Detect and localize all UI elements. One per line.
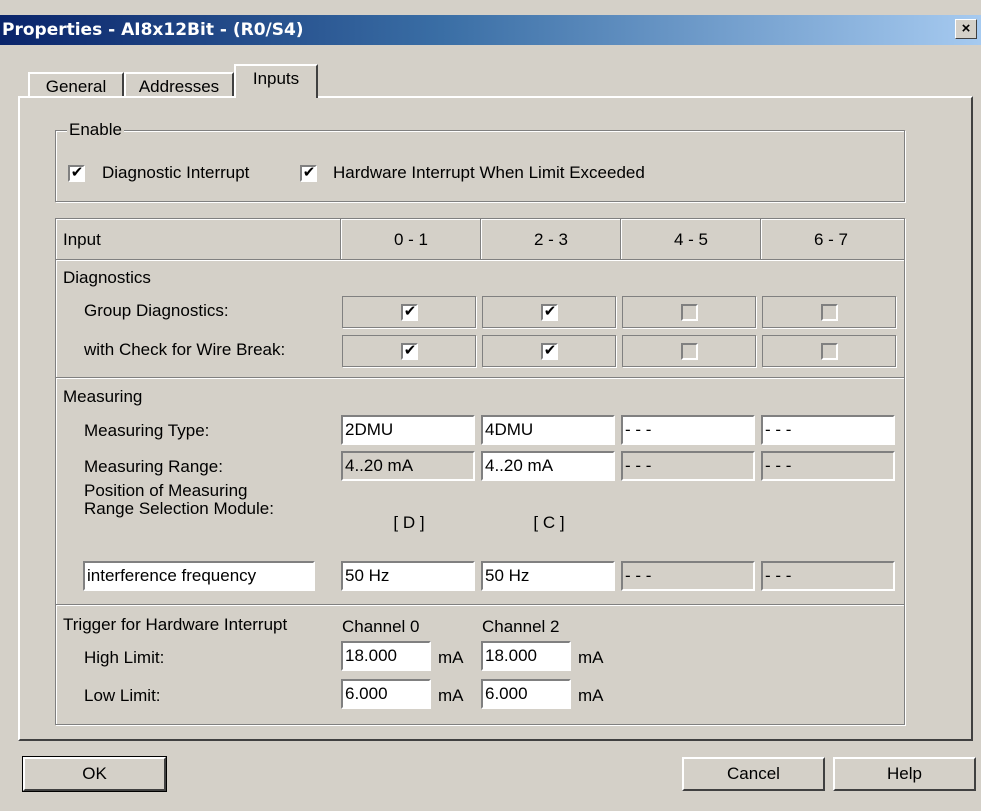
wire-break-checkbox-2-3[interactable]: ✔ (541, 341, 558, 360)
low-limit-unit: mA (578, 686, 604, 705)
hardware-interrupt-label: Hardware Interrupt When Limit Exceeded (333, 163, 645, 182)
input-header-label: Input (63, 230, 101, 249)
measuring-range-field-6-7: - - - (761, 451, 895, 481)
group-diagnostics-checkbox-6-7 (821, 304, 838, 321)
wire-break-checkbox-6-7 (821, 343, 838, 360)
wire-break-checkbox-0-1[interactable]: ✔ (401, 341, 418, 360)
column-header-4-5: 4 - 5 (673, 230, 709, 249)
measuring-section-label: Measuring (63, 387, 143, 406)
trigger-section-label: Trigger for Hardware Interrupt (63, 615, 288, 634)
ok-button[interactable]: OK (22, 756, 167, 792)
column-header-6-7: 6 - 7 (813, 230, 849, 249)
high-limit-label: High Limit: (84, 648, 165, 667)
measuring-type-field-4-5[interactable]: - - - (621, 415, 755, 445)
title-bar[interactable]: Properties - AI8x12Bit - (R0/S4) × (0, 15, 981, 45)
help-button[interactable]: Help (833, 757, 976, 791)
high-limit-field-channel-0[interactable]: 18.000 (341, 641, 431, 671)
check-icon: ✔ (543, 341, 557, 359)
group-diagnostics-checkbox-0-1[interactable]: ✔ (401, 302, 418, 321)
diagnostic-interrupt-checkbox[interactable]: ✔ (68, 163, 85, 182)
measuring-range-field-4-5: - - - (621, 451, 755, 481)
interference-frequency-field-2-3[interactable]: 50 Hz (481, 561, 615, 591)
measuring-type-field-6-7[interactable]: - - - (761, 415, 895, 445)
measuring-type-field-2-3[interactable]: 4DMU (481, 415, 615, 445)
hardware-interrupt-checkbox[interactable]: ✔ (300, 163, 317, 182)
check-icon: ✔ (70, 163, 84, 181)
channel-2-label: Channel 2 (482, 617, 560, 636)
low-limit-field-channel-2[interactable]: 6.000 (481, 679, 571, 709)
measuring-range-label: Measuring Range: (84, 457, 223, 476)
interference-frequency-field-6-7: - - - (761, 561, 895, 591)
column-header-2-3: 2 - 3 (533, 230, 569, 249)
check-icon: ✔ (403, 341, 417, 359)
low-limit-field-channel-0[interactable]: 6.000 (341, 679, 431, 709)
group-diagnostics-label: Group Diagnostics: (84, 301, 229, 320)
measuring-type-field-0-1[interactable]: 2DMU (341, 415, 475, 445)
diagnostic-interrupt-label: Diagnostic Interrupt (102, 163, 250, 182)
section-divider (56, 377, 904, 379)
cancel-button[interactable]: Cancel (682, 757, 825, 791)
position-module-value-2-3: [ C ] (533, 513, 565, 532)
position-module-value-0-1: [ D ] (393, 513, 425, 532)
measuring-type-label: Measuring Type: (84, 421, 210, 440)
interference-frequency-field-0-1[interactable]: 50 Hz (341, 561, 475, 591)
measuring-range-field-2-3[interactable]: 4..20 mA (481, 451, 615, 481)
position-module-label-line2: Range Selection Module: (84, 499, 274, 518)
channel-0-label: Channel 0 (342, 617, 420, 636)
group-diagnostics-checkbox-4-5 (681, 304, 698, 321)
group-diagnostics-checkbox-2-3[interactable]: ✔ (541, 302, 558, 321)
tab-inputs[interactable]: Inputs (234, 64, 318, 98)
wire-break-label: with Check for Wire Break: (84, 340, 286, 359)
check-icon: ✔ (403, 302, 417, 320)
diagnostics-section-label: Diagnostics (63, 268, 151, 287)
high-limit-unit: mA (438, 648, 464, 667)
window-title: Properties - AI8x12Bit - (R0/S4) (2, 20, 304, 40)
close-icon: × (961, 20, 971, 37)
column-header-0-1: 0 - 1 (393, 230, 429, 249)
high-limit-field-channel-2[interactable]: 18.000 (481, 641, 571, 671)
enable-legend: Enable (67, 120, 124, 140)
wire-break-checkbox-4-5 (681, 343, 698, 360)
header-divider (56, 259, 904, 261)
properties-dialog: Properties - AI8x12Bit - (R0/S4) × Gener… (0, 0, 981, 811)
check-icon: ✔ (302, 163, 316, 181)
measuring-range-field-0-1: 4..20 mA (341, 451, 475, 481)
close-button[interactable]: × (955, 19, 977, 39)
low-limit-label: Low Limit: (84, 686, 161, 705)
interference-frequency-selector[interactable]: interference frequency (83, 561, 315, 591)
check-icon: ✔ (543, 302, 557, 320)
high-limit-unit: mA (578, 648, 604, 667)
position-module-label-line1: Position of Measuring (84, 481, 248, 500)
low-limit-unit: mA (438, 686, 464, 705)
section-divider (56, 604, 904, 606)
interference-frequency-field-4-5: - - - (621, 561, 755, 591)
